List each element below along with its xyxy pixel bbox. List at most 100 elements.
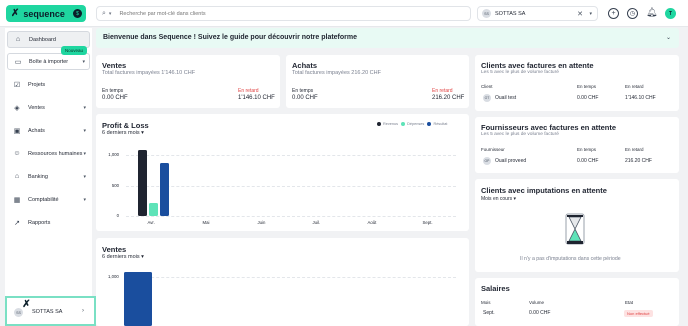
card-title: Ventes	[102, 245, 127, 254]
card-subtitle: Total factures impayées 216.20 CHF	[292, 70, 381, 76]
sidebar-item-ventes[interactable]: ◈ Ventes ▾	[7, 99, 90, 116]
achats-summary-card[interactable]: Achats Total factures impayées 216.20 CH…	[286, 55, 469, 108]
new-badge: Nouveau	[61, 46, 88, 55]
chevron-down-icon: ▾	[82, 58, 85, 65]
sidebar-item-rapports[interactable]: ↗ Rapports	[7, 214, 90, 231]
add-icon[interactable]: +	[608, 8, 619, 19]
legend-item-depenses[interactable]: Dépenses	[401, 122, 424, 126]
clock-icon[interactable]: ◷	[627, 8, 638, 19]
sidebar-item-label: Rapports	[28, 219, 51, 226]
sequence-logo-icon: ✗	[22, 299, 31, 310]
card-subtitle: Total factures impayées 1'146.10 CHF	[102, 70, 196, 76]
on-time-label: En temps	[102, 88, 124, 94]
bar-résultat[interactable]	[160, 163, 169, 216]
column-header: En retard	[625, 84, 644, 89]
x-tick-label: Juil.	[312, 220, 321, 225]
company-switcher[interactable]: ✗ SS SOTTAS SA ›	[5, 296, 96, 326]
late-value: 216.20 CHF	[625, 158, 652, 164]
calculator-icon: ▦	[13, 196, 21, 204]
gridline	[126, 155, 456, 156]
x-tick-label: Août	[367, 220, 377, 225]
search-input[interactable]	[119, 10, 420, 17]
chevron-down-icon[interactable]: ▾	[589, 11, 592, 17]
bell-icon[interactable]: 🔔︎	[646, 7, 657, 18]
legend-item-revenus[interactable]: Revenus	[377, 122, 398, 126]
chevron-down-icon[interactable]: ⌄	[666, 34, 671, 41]
company-avatar: SS	[14, 308, 23, 317]
top-bar: ✗ sequence $ ⌕ ▾ SS SOTTAS SA ✕ ▾ + ◷ 🔔︎…	[0, 0, 688, 27]
bar-dépenses[interactable]	[149, 202, 158, 216]
clear-icon[interactable]: ✕	[577, 10, 583, 18]
status-badge: Non effectué	[624, 310, 653, 317]
coin-icon[interactable]: $	[73, 9, 82, 18]
company-name: SOTTAS SA	[495, 10, 526, 17]
bar-revenus[interactable]	[138, 150, 147, 216]
x-tick-label: Mai	[202, 220, 210, 225]
check-icon: ☑	[13, 81, 21, 89]
chevron-down-icon: ▾	[83, 127, 86, 134]
user-avatar[interactable]: T	[665, 8, 676, 19]
late-value: 1'146.10 CHF	[625, 95, 656, 101]
sidebar-item-label: Dashboard	[29, 36, 56, 43]
clients-imputations-card: Clients avec imputations en attente Mois…	[475, 179, 679, 272]
bar-ventes[interactable]	[124, 272, 152, 326]
x-tick-label: Juin	[257, 220, 266, 225]
y-tick-label: 500	[111, 182, 119, 188]
company-avatar: SS	[482, 9, 491, 18]
search-icon: ⌕	[102, 9, 106, 17]
chart-legend: Revenus Dépenses Résultat	[377, 122, 447, 126]
x-tick-label: Sept.	[422, 220, 433, 225]
supplier-avatar: OP	[483, 157, 491, 165]
chart-icon: ↗	[14, 219, 20, 227]
sidebar-item-inbox[interactable]: ▭ Boîte à importer ▾	[7, 53, 90, 70]
logo-mark: ✗	[11, 8, 20, 19]
card-subtitle: Les 5 avec le plus de volume facturé	[481, 70, 559, 75]
y-tick-label: 1,000	[108, 274, 119, 279]
sidebar-item-label: Banking	[28, 173, 48, 180]
late-value: 1'146.10 CHF	[238, 95, 275, 101]
welcome-banner[interactable]: Bienvenue dans Sequence ! Suivez le guid…	[96, 28, 679, 48]
sidebar-item-banking[interactable]: ⌂ Banking ▾	[7, 168, 90, 185]
company-selector[interactable]: SS SOTTAS SA ✕ ▾	[477, 6, 598, 21]
gridline	[126, 277, 456, 278]
period-label: Mois en cours	[481, 196, 513, 202]
sidebar-item-rh[interactable]: ☺ Ressources humaines ▾	[7, 145, 90, 162]
legend-item-resultat[interactable]: Résultat	[427, 122, 447, 126]
column-header: En temps	[577, 147, 597, 152]
inbox-icon: ▭	[14, 58, 22, 66]
card-title: Profit & Loss	[102, 121, 149, 130]
chevron-down-icon: ▾	[83, 173, 86, 180]
x-tick-label: Avr.	[147, 220, 155, 225]
supplier-name[interactable]: Ouail proveed	[495, 158, 526, 164]
sidebar-item-label: Ressources humaines	[28, 150, 83, 157]
sequence-logo[interactable]: ✗ sequence $	[6, 5, 86, 22]
empty-state-text: Il n'y a pas d'imputations dans cette pé…	[520, 256, 621, 262]
hourglass-illustration-icon	[565, 213, 585, 245]
card-subtitle: Les 5 avec le plus de volume facturé	[481, 132, 559, 137]
sidebar: ⌂ Dashboard ▭ Boîte à importer ▾ ☑ Proje…	[5, 28, 92, 326]
logo-name: sequence	[23, 8, 65, 19]
tag-icon: ◈	[14, 104, 20, 112]
salary-month: Sept.	[483, 310, 495, 316]
period-selector[interactable]: 6 derniers mois ▾	[102, 254, 144, 260]
sidebar-item-achats[interactable]: ▣ Achats ▾	[7, 122, 90, 139]
client-name[interactable]: Ouail test	[495, 95, 516, 101]
chevron-down-icon[interactable]: ▾	[109, 11, 112, 17]
card-title: Clients avec imputations en attente	[481, 186, 607, 195]
sidebar-item-label: Ventes	[28, 104, 45, 111]
gridline	[126, 216, 456, 217]
clients-factures-card: Clients avec factures en attente Les 5 a…	[475, 55, 679, 111]
column-header: En temps	[577, 84, 597, 89]
on-time-value: 0.00 CHF	[102, 95, 128, 101]
on-time-value: 0.00 CHF	[577, 95, 599, 101]
period-label: 6 derniers mois	[102, 254, 140, 260]
y-tick-label: 1,000	[108, 152, 119, 157]
ventes-summary-card[interactable]: Ventes Total factures impayées 1'146.10 …	[96, 55, 280, 108]
period-selector[interactable]: 6 derniers mois ▾	[102, 130, 144, 136]
search-bar[interactable]: ⌕ ▾	[96, 6, 471, 21]
sidebar-item-label: Comptabilité	[28, 196, 59, 203]
column-header: Mois	[481, 300, 491, 305]
period-selector[interactable]: Mois en cours ▾	[481, 196, 516, 202]
sidebar-item-comptabilite[interactable]: ▦ Comptabilité ▾	[7, 191, 90, 208]
sidebar-item-projets[interactable]: ☑ Projets	[7, 76, 90, 93]
